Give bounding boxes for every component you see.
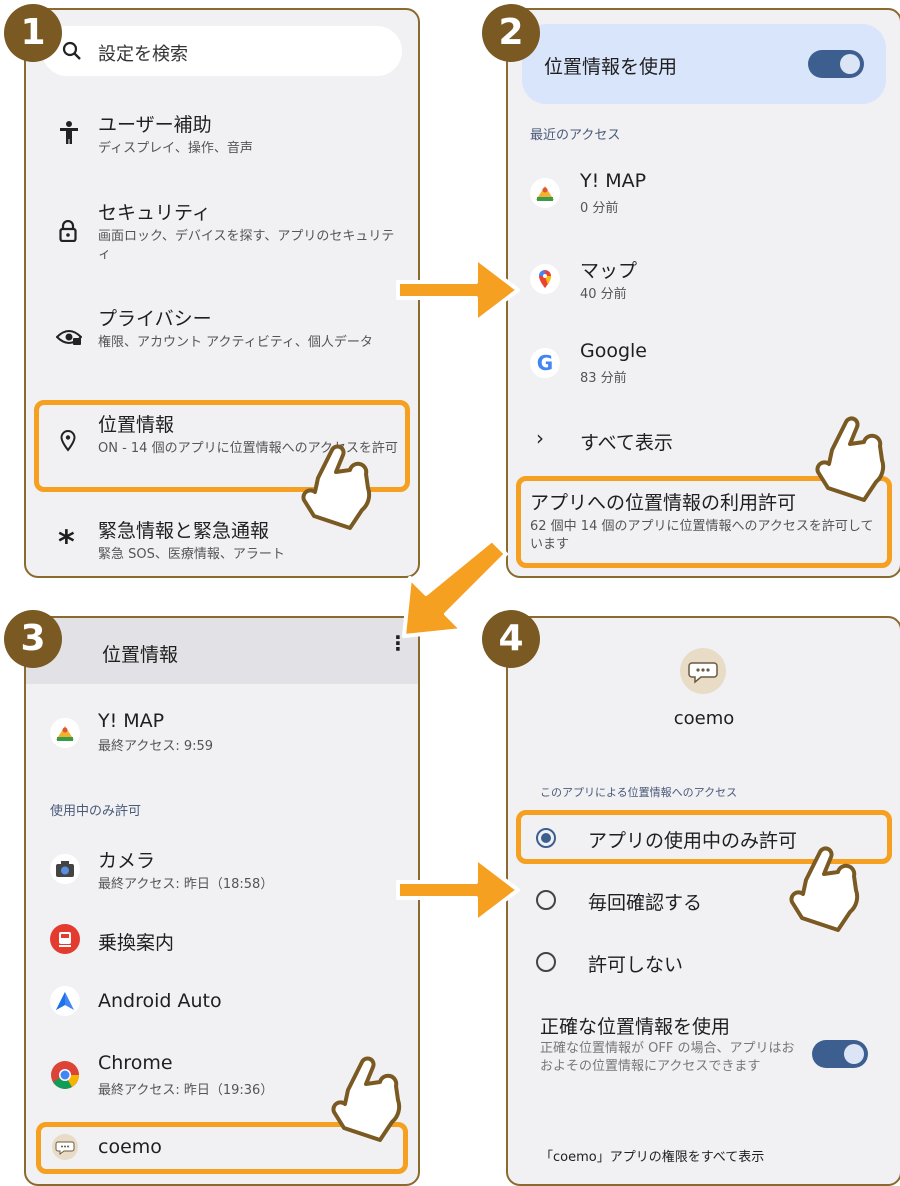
arrow-2-to-3: [402, 538, 508, 638]
tap-hand-icon: [301, 444, 372, 530]
guide-overlay: [301, 256, 886, 1142]
tap-hand-icon: [789, 846, 860, 932]
arrow-1-to-2: [396, 256, 520, 324]
arrow-3-to-4: [396, 856, 520, 924]
tap-hand-icon: [331, 1056, 402, 1142]
tap-hand-icon: [815, 416, 886, 502]
